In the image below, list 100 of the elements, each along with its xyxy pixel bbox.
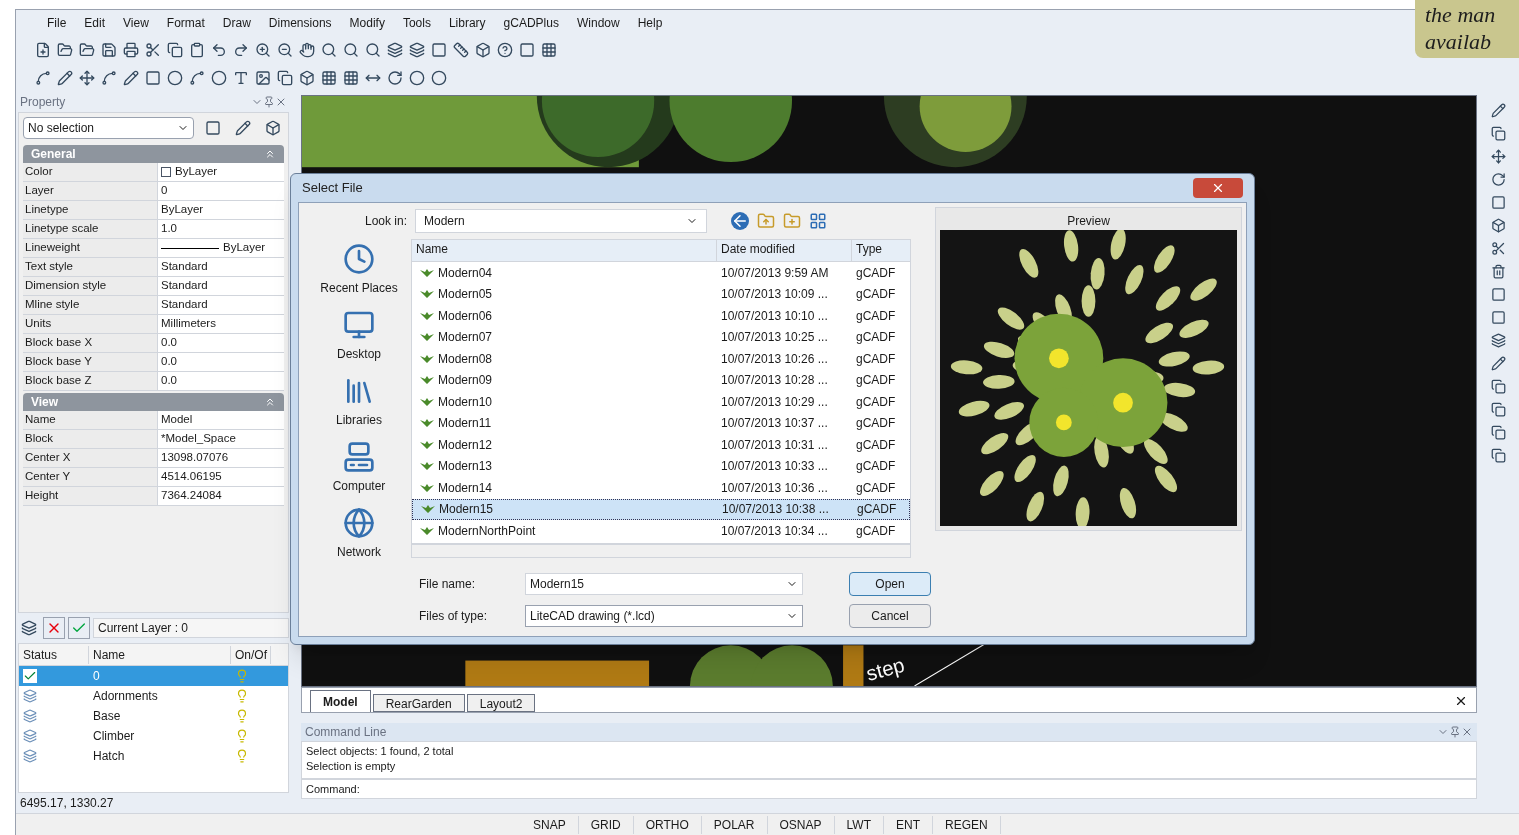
file-row[interactable]: Modern04 10/07/2013 9:59 AM gCADF [412, 262, 910, 284]
hand-icon [299, 42, 315, 58]
property-value[interactable]: ByLayer [158, 163, 284, 181]
menu-item[interactable]: View [116, 14, 156, 32]
view-menu-icon[interactable] [809, 212, 827, 230]
rotate-icon [1490, 172, 1506, 187]
column-header[interactable]: Date modified [717, 240, 852, 261]
property-value[interactable]: 0.0 [158, 353, 284, 371]
layout-tab[interactable]: Layout2 [466, 694, 536, 712]
property-value[interactable]: 7364.24084 [158, 487, 284, 505]
status-toggle[interactable]: POLAR [701, 815, 768, 834]
property-value[interactable]: Millimeters [158, 315, 284, 333]
status-toggle[interactable]: GRID [578, 815, 634, 834]
layer-row[interactable]: Hatch [19, 746, 288, 766]
menu-item[interactable]: Dimensions [261, 14, 339, 32]
property-value[interactable]: Standard [158, 277, 284, 295]
property-value[interactable]: 13098.07076 [158, 449, 284, 467]
menu-item[interactable]: Modify [342, 14, 392, 32]
leaf-icon [420, 526, 434, 535]
property-name: Height [23, 487, 158, 505]
copy-icon [1490, 126, 1506, 141]
status-toggle[interactable]: ENT [883, 815, 933, 834]
status-toggle[interactable]: ORTHO [633, 815, 702, 834]
files-of-type-dropdown[interactable]: LiteCAD drawing (*.lcd) [525, 605, 803, 627]
column-header[interactable]: Type [852, 240, 882, 261]
file-row[interactable]: Modern10 10/07/2013 10:29 ... gCADF [412, 391, 910, 413]
place-item[interactable]: Network [337, 507, 381, 561]
pin-icon[interactable] [1449, 726, 1461, 738]
place-item[interactable]: Desktop [337, 309, 381, 363]
open-button[interactable]: Open [849, 572, 931, 596]
column-header[interactable]: Name [412, 240, 717, 261]
file-name: Modern13 [438, 458, 493, 476]
menu-item[interactable]: Library [441, 14, 493, 32]
file-row[interactable]: Modern06 10/07/2013 10:10 ... gCADF [412, 305, 910, 327]
property-value[interactable]: 4514.06195 [158, 468, 284, 486]
property-value[interactable]: ByLayer [158, 201, 284, 219]
property-value[interactable]: Standard [158, 296, 284, 314]
menu-item[interactable]: Edit [77, 14, 113, 32]
file-row[interactable]: Modern12 10/07/2013 10:31 ... gCADF [412, 434, 910, 456]
grid-icon [541, 42, 557, 58]
place-item[interactable]: Libraries [336, 375, 382, 429]
move-icon [79, 70, 95, 86]
file-row[interactable]: Modern13 10/07/2013 10:33 ... gCADF [412, 455, 910, 477]
close-icon[interactable] [1454, 694, 1468, 708]
file-row[interactable]: Modern05 10/07/2013 10:09 ... gCADF [412, 283, 910, 305]
file-row[interactable]: Modern11 10/07/2013 10:37 ... gCADF [412, 412, 910, 434]
layer-name: Hatch [92, 748, 126, 765]
status-toggle[interactable]: REGEN [932, 815, 1001, 834]
property-value[interactable]: 0 [158, 182, 284, 200]
property-value[interactable]: 0.0 [158, 372, 284, 390]
column-header[interactable]: Name [89, 645, 231, 664]
layer-row[interactable]: Climber [19, 726, 288, 746]
file-name: ModernNorthPoint [438, 522, 536, 540]
menu-item[interactable]: Draw [215, 14, 258, 32]
menu-item[interactable]: Tools [395, 14, 438, 32]
selection-dropdown[interactable]: No selection [23, 117, 194, 139]
place-item[interactable]: Recent Places [320, 243, 398, 297]
back-icon[interactable] [731, 212, 749, 230]
file-name-field[interactable]: Modern15 [525, 573, 803, 595]
property-name: Layer [23, 182, 158, 200]
command-input-field[interactable]: Command: [301, 779, 1477, 799]
status-toggle[interactable]: OSNAP [767, 815, 835, 834]
file-row[interactable]: Modern14 10/07/2013 10:36 ... gCADF [412, 477, 910, 499]
status-toggle[interactable]: SNAP [521, 815, 579, 834]
file-date: 10/07/2013 10:25 ... [720, 329, 829, 347]
column-header[interactable]: On/Of [231, 645, 271, 664]
menu-item[interactable]: Window [569, 14, 627, 32]
file-row[interactable]: Modern09 10/07/2013 10:28 ... gCADF [412, 369, 910, 391]
cancel-button[interactable]: Cancel [849, 604, 931, 628]
property-value[interactable]: Model [158, 411, 284, 429]
place-item[interactable]: Computer [332, 441, 386, 495]
delete-layer-button[interactable] [43, 617, 65, 639]
note-text: availab [1425, 28, 1492, 55]
property-value[interactable]: Standard [158, 258, 284, 276]
menu-item[interactable]: File [40, 14, 74, 32]
menu-item[interactable]: gCADPlus [496, 14, 566, 32]
file-row[interactable]: ModernNorthPoint 10/07/2013 10:34 ... gCADF [412, 520, 910, 542]
circle-icon [409, 70, 425, 86]
pin-icon[interactable] [263, 96, 275, 108]
help-icon [497, 42, 513, 58]
file-row[interactable]: Modern15 10/07/2013 10:38 ... gCADF [412, 498, 910, 520]
menu-item[interactable]: Format [159, 14, 212, 32]
status-toggle[interactable]: LWT [834, 815, 884, 834]
file-row[interactable]: Modern07 10/07/2013 10:25 ... gCADF [412, 326, 910, 348]
property-value[interactable]: *Model_Space [158, 430, 284, 448]
layer-name: Climber [92, 728, 136, 745]
column-header[interactable]: Status [19, 645, 89, 664]
look-in-dropdown[interactable]: Modern [415, 209, 707, 233]
leaf-icon [420, 333, 434, 342]
menu-item[interactable]: Help [630, 14, 670, 32]
layout-tab[interactable]: RearGarden [372, 694, 465, 712]
property-value[interactable]: 1.0 [158, 220, 284, 238]
property-value[interactable]: ByLayer [158, 239, 284, 257]
trash-icon [1490, 264, 1506, 279]
layer-row[interactable]: Adornments [19, 686, 288, 706]
layout-tab[interactable]: Model [310, 690, 371, 712]
layer-row[interactable]: Base [19, 706, 288, 726]
property-value[interactable]: 0.0 [158, 334, 284, 352]
horizontal-scrollbar[interactable] [411, 544, 911, 558]
file-row[interactable]: Modern08 10/07/2013 10:26 ... gCADF [412, 348, 910, 370]
